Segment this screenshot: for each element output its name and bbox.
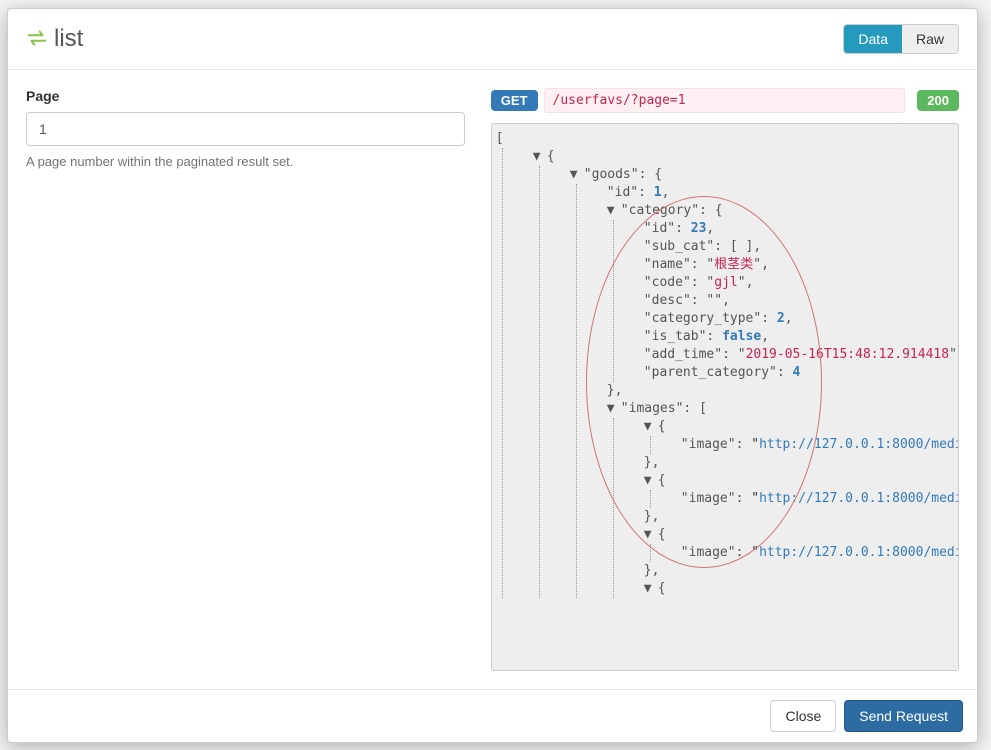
swap-icon bbox=[26, 27, 48, 52]
json-value: false bbox=[722, 329, 761, 344]
send-request-button[interactable]: Send Request bbox=[844, 700, 963, 732]
toggle-icon[interactable]: ▼ bbox=[644, 418, 654, 436]
json-value: gjl bbox=[706, 275, 745, 290]
modal-title: list bbox=[54, 25, 83, 53]
modal-body: Page A page number within the paginated … bbox=[8, 70, 977, 690]
request-line: GET /userfavs/?page=1 200 bbox=[491, 88, 959, 113]
modal-dialog: list Data Raw Page A page number within … bbox=[7, 8, 978, 743]
toggle-icon[interactable]: ▼ bbox=[607, 400, 617, 418]
json-key: id bbox=[644, 221, 675, 236]
json-key: is_tab bbox=[644, 329, 707, 344]
toggle-icon[interactable]: ▼ bbox=[644, 472, 654, 490]
json-key: parent_category bbox=[644, 365, 777, 380]
toggle-icon[interactable]: ▼ bbox=[570, 166, 580, 184]
json-key: sub_cat bbox=[644, 239, 714, 254]
json-link[interactable]: http://127.0.0.1:8000/media/ bbox=[759, 545, 959, 560]
json-key: images bbox=[621, 401, 684, 416]
json-value: 2019-05-16T15:48:12.914418 bbox=[738, 347, 957, 362]
response-pane: GET /userfavs/?page=1 200 [ ▼{ ▼goods: {… bbox=[483, 70, 977, 689]
json-key: code bbox=[644, 275, 691, 290]
json-key: desc bbox=[644, 293, 691, 308]
json-value bbox=[706, 293, 722, 308]
json-key: image bbox=[681, 491, 736, 506]
modal-header: list Data Raw bbox=[8, 9, 977, 70]
json-value: 1 bbox=[654, 185, 662, 200]
page-input[interactable] bbox=[26, 112, 465, 146]
tab-data[interactable]: Data bbox=[844, 25, 902, 53]
json-key: add_time bbox=[644, 347, 722, 362]
json-key: category bbox=[621, 203, 699, 218]
page-label: Page bbox=[26, 88, 465, 104]
status-badge: 200 bbox=[917, 90, 959, 111]
tab-raw[interactable]: Raw bbox=[902, 25, 958, 53]
json-key: name bbox=[644, 257, 691, 272]
json-value: 23 bbox=[691, 221, 707, 236]
json-value: 根茎类 bbox=[706, 257, 761, 272]
modal-footer: Close Send Request bbox=[8, 690, 977, 742]
json-key: image bbox=[681, 437, 736, 452]
json-value: 2 bbox=[777, 311, 785, 326]
json-value: 4 bbox=[793, 365, 801, 380]
toggle-icon[interactable]: ▼ bbox=[607, 202, 617, 220]
json-link[interactable]: http://127.0.0.1:8000/media/ bbox=[759, 437, 959, 452]
page-help: A page number within the paginated resul… bbox=[26, 154, 465, 169]
toggle-icon[interactable]: ▼ bbox=[533, 148, 543, 166]
request-url: /userfavs/?page=1 bbox=[544, 88, 906, 113]
json-viewer[interactable]: [ ▼{ ▼goods: { id: 1, ▼category: { id: 2… bbox=[491, 123, 959, 671]
form-pane: Page A page number within the paginated … bbox=[8, 70, 483, 689]
toggle-icon[interactable]: ▼ bbox=[644, 580, 654, 598]
tab-group: Data Raw bbox=[843, 24, 959, 54]
json-key: id bbox=[607, 185, 638, 200]
json-key: category_type bbox=[644, 311, 761, 326]
json-key: goods bbox=[584, 167, 639, 182]
close-button[interactable]: Close bbox=[770, 700, 836, 732]
toggle-icon[interactable]: ▼ bbox=[644, 526, 654, 544]
json-key: image bbox=[681, 545, 736, 560]
title-wrap: list bbox=[26, 25, 83, 53]
method-badge: GET bbox=[491, 90, 538, 111]
json-link[interactable]: http://127.0.0.1:8000/media/ bbox=[759, 491, 959, 506]
